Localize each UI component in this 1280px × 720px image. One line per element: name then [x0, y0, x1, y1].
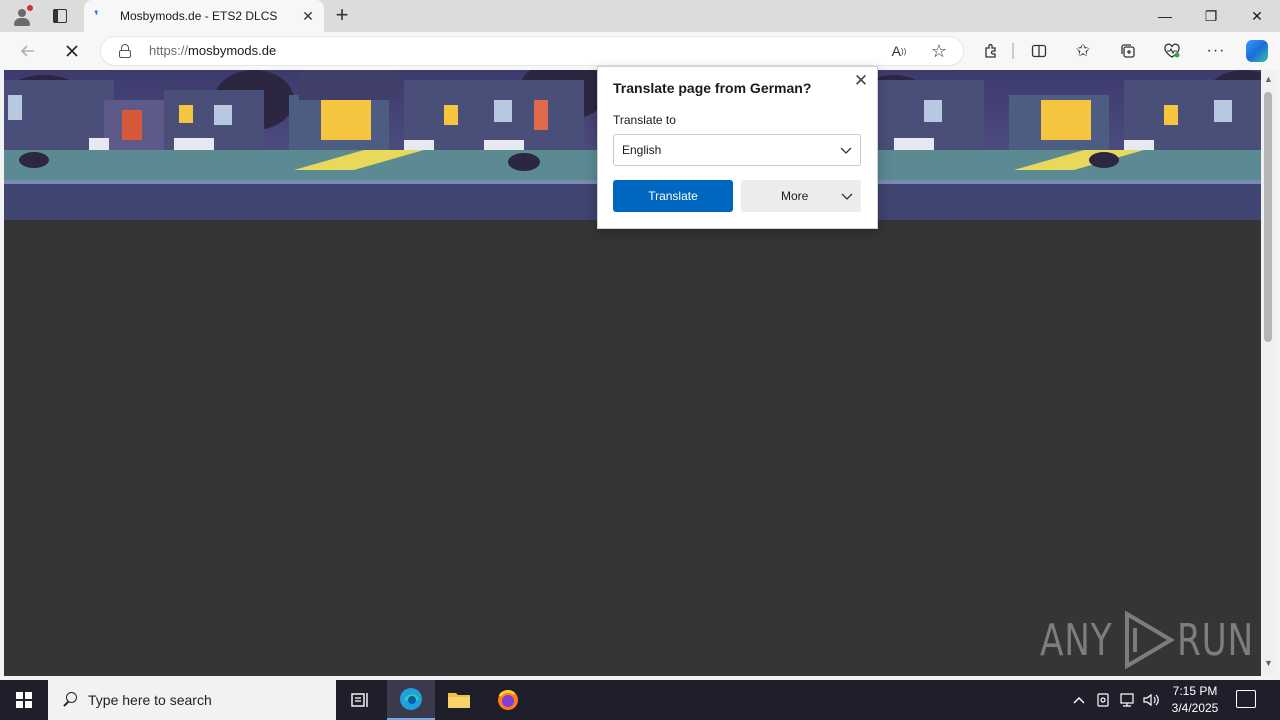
volume-icon[interactable]	[1141, 680, 1161, 720]
edge-taskbar-icon[interactable]	[387, 680, 435, 720]
restore-button[interactable]: ❐	[1188, 0, 1234, 32]
puzzle-icon[interactable]	[981, 41, 1001, 61]
clock-date: 3/4/2025	[1171, 701, 1219, 715]
windows-logo-icon	[16, 692, 32, 708]
star-icon[interactable]: ☆	[929, 41, 949, 61]
translate-to-label: Translate to	[613, 113, 676, 127]
url-text: https://mosbymods.de	[149, 43, 277, 58]
copilot-icon[interactable]	[1246, 40, 1268, 62]
more-button[interactable]: More	[741, 180, 861, 212]
scroll-down-icon[interactable]: ▼	[1264, 658, 1273, 668]
system-clock[interactable]: 7:15 PM 3/4/2025	[1160, 683, 1230, 717]
tab-title: Mosbymods.de - ETS2 DLCS	[120, 9, 278, 23]
popup-title: Translate page from German?	[613, 80, 812, 96]
anyrun-watermark: ANY RUN	[1040, 610, 1261, 670]
scrollbar-thumb[interactable]	[1264, 92, 1272, 342]
network-icon[interactable]	[1117, 680, 1137, 720]
minimize-button[interactable]: —	[1142, 0, 1188, 32]
device-icon[interactable]	[1094, 680, 1112, 720]
task-view-icon[interactable]	[336, 680, 384, 720]
split-screen-icon[interactable]	[1029, 41, 1049, 61]
file-explorer-icon[interactable]	[435, 680, 483, 720]
collections-icon[interactable]	[1118, 41, 1138, 61]
lock-icon[interactable]	[119, 44, 131, 58]
favorites-icon[interactable]: ✩	[1073, 41, 1093, 61]
back-arrow-icon[interactable]	[16, 39, 40, 63]
tab-actions-icon[interactable]	[50, 6, 70, 26]
stop-loading-icon[interactable]	[60, 39, 84, 63]
chevron-up-icon[interactable]	[1070, 680, 1088, 720]
profile-icon[interactable]	[8, 3, 36, 29]
close-icon[interactable]: ✕	[852, 72, 870, 90]
read-aloud-icon[interactable]: A))	[889, 41, 909, 61]
windows-taskbar: Type here to search 7:15 PM 3/4/2025	[0, 680, 1280, 720]
selected-language: English	[622, 143, 662, 157]
tab-strip: ❜ Mosbymods.de - ETS2 DLCS ✕ + — ❐ ✕	[0, 0, 1280, 32]
close-window-button[interactable]: ✕	[1234, 0, 1280, 32]
new-tab-button[interactable]: +	[330, 4, 354, 28]
firefox-icon[interactable]	[484, 680, 532, 720]
notification-center-icon[interactable]	[1236, 690, 1256, 708]
tab-close-icon[interactable]: ✕	[300, 8, 316, 24]
translate-popup: Translate page from German? ✕ Translate …	[597, 66, 878, 229]
watermark-text-right: RUN	[1176, 614, 1254, 666]
taskbar-search-box[interactable]: Type here to search	[48, 680, 336, 720]
language-select[interactable]: English	[613, 134, 861, 166]
loading-favicon-icon: ❜	[94, 8, 99, 23]
scroll-up-icon[interactable]: ▲	[1264, 74, 1273, 84]
vertical-scrollbar[interactable]: ▲ ▼	[1261, 70, 1276, 676]
chevron-down-icon	[841, 193, 853, 200]
translate-button[interactable]: Translate	[613, 180, 733, 212]
play-triangle-icon	[1124, 610, 1175, 670]
browser-tab[interactable]: ❜ Mosbymods.de - ETS2 DLCS ✕	[84, 0, 324, 32]
heart-pulse-icon[interactable]	[1162, 41, 1182, 61]
search-placeholder: Type here to search	[88, 692, 212, 708]
chevron-down-icon	[840, 147, 852, 154]
search-icon	[62, 691, 80, 709]
browser-toolbar: https://mosbymods.de A)) ☆ ✩ ···	[0, 32, 1280, 70]
ellipsis-icon[interactable]: ···	[1206, 41, 1226, 61]
start-button[interactable]	[0, 680, 48, 720]
address-bar[interactable]: https://mosbymods.de A)) ☆	[100, 36, 964, 66]
clock-time: 7:15 PM	[1172, 684, 1218, 698]
watermark-text-left: ANY	[1040, 614, 1113, 666]
more-button-label: More	[781, 189, 809, 203]
toolbar-divider	[1012, 43, 1014, 59]
